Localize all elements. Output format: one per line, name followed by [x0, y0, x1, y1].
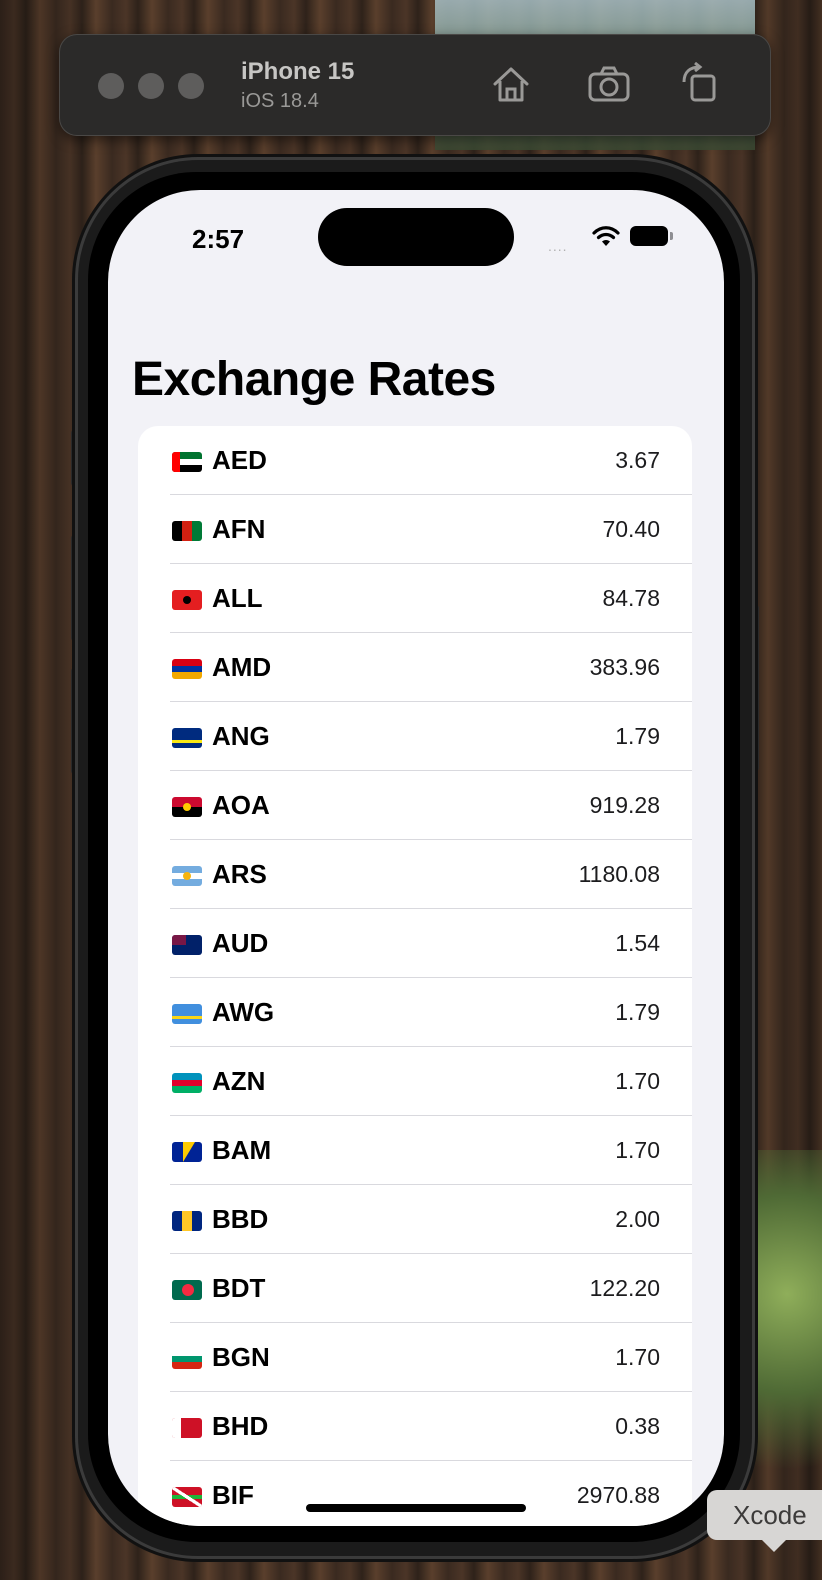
rate-row-bhd[interactable]: BHD 0.38: [138, 1392, 692, 1461]
battery-tip: [670, 232, 673, 240]
currency-code: ARS: [212, 859, 267, 889]
window-close-button[interactable]: [98, 73, 124, 99]
currency-code: BGN: [212, 1342, 270, 1372]
home-icon[interactable]: [489, 62, 533, 106]
volume-up-button: [71, 535, 78, 641]
dynamic-island: [318, 208, 514, 266]
status-time: 2:57: [192, 224, 245, 254]
rate-row-amd[interactable]: AMD 383.96: [138, 633, 692, 702]
rate-row-bbd[interactable]: BBD 2.00: [138, 1185, 692, 1254]
currency-rate: 70.40: [602, 516, 660, 542]
rate-row-awg[interactable]: AWG 1.79: [138, 978, 692, 1047]
currency-rate: 122.20: [589, 1275, 660, 1301]
page-title: Exchange Rates: [132, 353, 496, 406]
rate-row-bdt[interactable]: BDT 122.20: [138, 1254, 692, 1323]
wifi-icon: [592, 226, 620, 246]
os-version: iOS 18.4: [241, 90, 319, 112]
tooltip-arrow: [760, 1538, 788, 1552]
currency-rate: 1.70: [615, 1137, 660, 1163]
rate-row-bam[interactable]: BAM 1.70: [138, 1116, 692, 1185]
currency-rate: 1.70: [615, 1068, 660, 1094]
currency-code: AMD: [212, 652, 272, 682]
currency-code: BAM: [212, 1135, 272, 1165]
currency-rate: 919.28: [589, 792, 660, 818]
device-name: iPhone 15: [241, 58, 355, 85]
currency-rate: 1.79: [615, 723, 660, 749]
rate-row-aud[interactable]: AUD 1.54: [138, 909, 692, 978]
currency-rate: 0.38: [615, 1413, 660, 1439]
exchange-rate-list: AED 3.67 AFN 70.40 ALL 84.78 AMD 383.96 ANG 1.79 A…: [138, 426, 692, 1526]
flag-ba-icon: [172, 1142, 202, 1162]
flag-am-icon: [172, 659, 202, 679]
flag-al-icon: [172, 590, 202, 610]
rate-row-aoa[interactable]: AOA 919.28: [138, 771, 692, 840]
currency-code: AWG: [212, 997, 275, 1027]
flag-bg-icon: [172, 1349, 202, 1369]
rate-row-ars[interactable]: ARS 1180.08: [138, 840, 692, 909]
currency-code: AED: [212, 445, 267, 475]
currency-rate: 84.78: [602, 585, 660, 611]
currency-rate: 383.96: [589, 654, 660, 680]
flag-bb-icon: [172, 1211, 202, 1231]
currency-code: BDT: [212, 1273, 266, 1303]
flag-af-icon: [172, 521, 202, 541]
currency-rate: 1.70: [615, 1344, 660, 1370]
window-zoom-button[interactable]: [178, 73, 204, 99]
currency-code: ALL: [212, 583, 263, 613]
flag-bd-icon: [172, 1280, 202, 1300]
screenshot-icon[interactable]: [587, 62, 631, 106]
currency-rate: 3.67: [615, 447, 660, 473]
currency-code: BIF: [212, 1480, 254, 1510]
rotate-icon[interactable]: [678, 62, 722, 106]
flag-aw-icon: [172, 1004, 202, 1024]
currency-code: ANG: [212, 721, 270, 751]
volume-down-button: [71, 668, 78, 774]
currency-rate: 2970.88: [576, 1482, 660, 1508]
currency-code: AFN: [212, 514, 266, 544]
currency-rate: 2.00: [615, 1206, 660, 1232]
flag-bh-icon: [172, 1418, 202, 1438]
phone-screen: 2:57 .... Exchange Rates AED 3.67 AFN 70.40…: [108, 190, 724, 1526]
window-minimize-button[interactable]: [138, 73, 164, 99]
currency-code: AZN: [212, 1066, 266, 1096]
rate-row-afn[interactable]: AFN 70.40: [138, 495, 692, 564]
rate-row-azn[interactable]: AZN 1.70: [138, 1047, 692, 1116]
flag-ar-icon: [172, 866, 202, 886]
flag-az-icon: [172, 1073, 202, 1093]
simulator-toolbar: [59, 34, 771, 136]
flag-ae-icon: [172, 452, 202, 472]
rate-row-aed[interactable]: AED 3.67: [138, 426, 692, 495]
rate-row-all[interactable]: ALL 84.78: [138, 564, 692, 633]
flag-ao-icon: [172, 797, 202, 817]
currency-rate: 1.79: [615, 999, 660, 1025]
mute-switch: [71, 430, 78, 486]
power-button: [752, 605, 759, 771]
currency-rate: 1.54: [615, 930, 660, 956]
currency-code: BBD: [212, 1204, 269, 1234]
currency-code: BHD: [212, 1411, 269, 1441]
background-foliage: [752, 1150, 822, 1510]
currency-code: AOA: [212, 790, 270, 820]
flag-bi-icon: [172, 1487, 202, 1507]
battery-icon: [630, 226, 668, 246]
currency-code: AUD: [212, 928, 269, 958]
flag-cw-icon: [172, 728, 202, 748]
currency-rate: 1180.08: [578, 861, 660, 887]
home-indicator[interactable]: [306, 1504, 526, 1512]
flag-au-icon: [172, 935, 202, 955]
rate-row-bgn[interactable]: BGN 1.70: [138, 1323, 692, 1392]
xcode-tooltip: Xcode: [707, 1490, 822, 1540]
cellular-signal-icon: ....: [548, 238, 568, 254]
rate-row-bif[interactable]: BIF 2970.88: [138, 1461, 692, 1526]
rate-row-ang[interactable]: ANG 1.79: [138, 702, 692, 771]
